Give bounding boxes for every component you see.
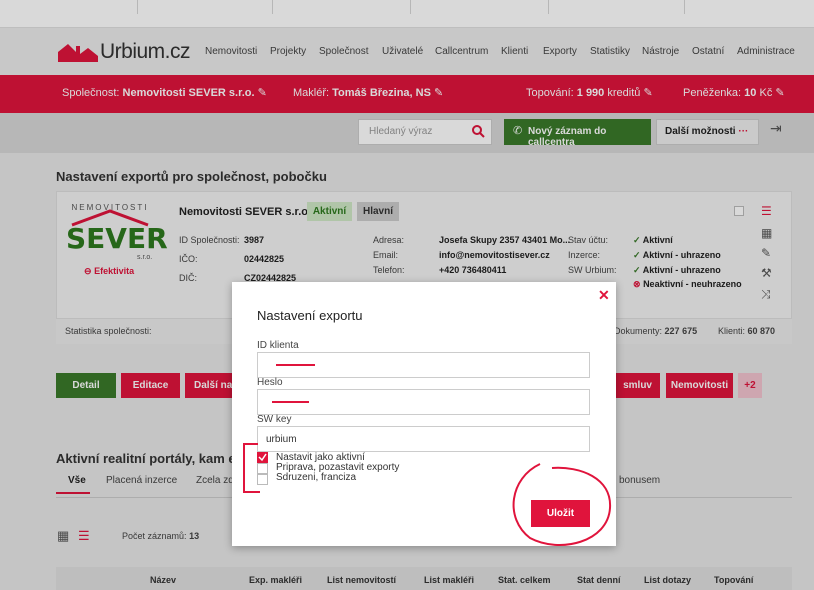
annotation-circle (512, 463, 612, 546)
client-id-label: ID klienta (257, 340, 299, 351)
redaction-mark (276, 364, 315, 366)
close-icon[interactable]: ✕ (598, 287, 610, 304)
password-label: Heslo (257, 377, 283, 388)
swkey-label: SW key (257, 414, 292, 425)
redaction-mark (272, 401, 309, 403)
dialog-title: Nastavení exportu (257, 308, 363, 323)
annotation-bracket (243, 443, 260, 493)
franchise-label: Sdruzeni, franciza (276, 472, 357, 483)
swkey-input[interactable]: urbium (257, 426, 590, 452)
